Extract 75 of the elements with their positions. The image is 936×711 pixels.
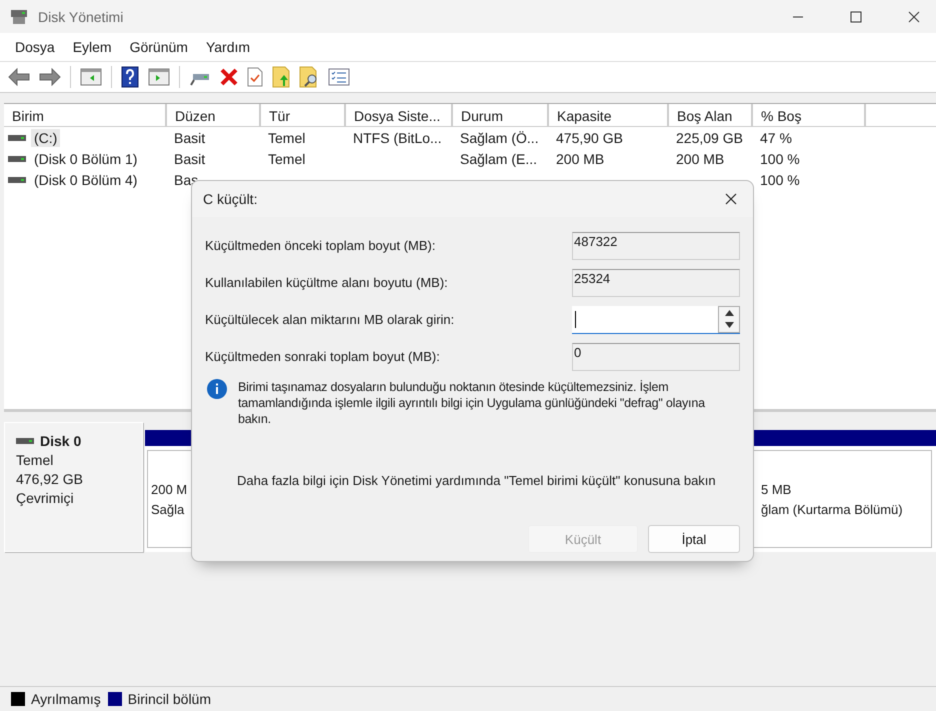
help-text: Daha fazla bilgi için Disk Yönetimi yardımında "Temel birimi küçült" konusuna bakın [237, 473, 717, 488]
partition-size: 5 MB [761, 482, 792, 496]
drive-icon [8, 134, 26, 142]
table-cell: Sağlam (E... [460, 150, 538, 166]
table-cell: Temel [268, 150, 306, 166]
menu-item[interactable]: Yardım [196, 39, 260, 55]
column-header[interactable]: Kapasite [549, 104, 669, 126]
close-icon[interactable] [908, 10, 920, 22]
disk-type: Temel [16, 452, 54, 468]
column-header[interactable]: Düzen [167, 104, 261, 126]
field-label: Küçültmeden önceki toplam boyut (MB): [205, 238, 436, 253]
partition-status: Sağla [151, 502, 186, 516]
table-cell: 200 MB [676, 150, 724, 166]
field-label: Kullanılabilen küçültme alanı boyutu (MB): [205, 275, 448, 290]
panel-icon[interactable] [80, 68, 102, 86]
help-icon[interactable] [121, 66, 139, 88]
folder-up-icon[interactable] [272, 66, 290, 88]
disk-name: Disk 0 [40, 433, 82, 449]
delete-icon[interactable] [220, 68, 238, 86]
down-arrow-icon[interactable] [724, 322, 734, 328]
readonly-field: 25324 [572, 268, 740, 296]
back-arrow-icon[interactable] [8, 68, 30, 86]
field-label: Küçültmeden sonraki toplam boyut (MB): [205, 349, 440, 364]
panel-icon[interactable] [148, 68, 170, 86]
column-header[interactable]: Birim [4, 104, 167, 126]
menu-item[interactable]: Dosya [6, 39, 64, 55]
checked-document-icon[interactable] [247, 67, 263, 87]
field-label: Küçültülecek alan miktarını MB olarak girin: [205, 312, 454, 327]
partition-size: 200 M [151, 482, 188, 496]
info-icon [207, 379, 227, 399]
partition-status: ğlam (Kurtarma Bölümü) [761, 502, 904, 516]
volume-name[interactable]: (Disk 0 Bölüm 4) [31, 170, 140, 188]
table-cell: Basit [174, 130, 206, 146]
table-cell: NTFS (BitLo... [353, 130, 442, 146]
volume-name[interactable]: (C:) [31, 128, 60, 146]
info-text: Birimi taşınamaz dosyaların bulunduğu noktanın ötesinde küçültemezsiniz. İşlem tamamlandığında işlemle ilgili ayrıntılı bilgi için Uygulama günlüğündeki "defrag" olayına bakın. [238, 379, 706, 427]
drive-icon [8, 154, 26, 162]
dialog-button[interactable]: İptal [648, 525, 740, 553]
window-title: Disk Yönetimi [38, 8, 124, 24]
menu-item[interactable]: Eylem [64, 39, 121, 55]
table-cell: Sağlam (Ö... [460, 130, 539, 146]
column-header[interactable]: Dosya Siste... [346, 104, 453, 126]
legend-label: Birincil bölüm [128, 691, 211, 707]
maximize-icon[interactable] [850, 10, 862, 22]
folder-search-icon[interactable] [299, 66, 319, 88]
drive-icon [16, 437, 34, 445]
column-header[interactable]: Durum [453, 104, 549, 126]
table-cell: 47 % [760, 130, 792, 146]
table-cell: 200 MB [556, 150, 604, 166]
dialog-title: C küçült: [203, 191, 258, 207]
forward-arrow-icon[interactable] [39, 68, 61, 86]
disk-drive-icon [10, 8, 28, 24]
menu-item[interactable]: Görünüm [120, 39, 197, 55]
column-header[interactable]: Boş Alan [669, 104, 753, 126]
table-cell: 100 % [760, 172, 800, 188]
close-icon[interactable] [725, 193, 737, 205]
drive-icon [8, 176, 26, 184]
table-cell: 225,09 GB [676, 130, 743, 146]
disk-size: 476,92 GB [16, 471, 84, 487]
checklist-icon[interactable] [328, 68, 350, 86]
readonly-field: 487322 [572, 232, 740, 260]
table-cell: 100 % [760, 150, 800, 166]
legend-label: Ayrılmamış [31, 691, 101, 707]
table-cell: 475,90 GB [556, 130, 623, 146]
up-arrow-icon[interactable] [724, 310, 734, 316]
disk-card[interactable]: Disk 0 Temel 476,92 GB Çevrimiçi [4, 422, 143, 552]
table-cell: Basit [174, 150, 206, 166]
table-cell: Temel [268, 130, 306, 146]
number-spin-field[interactable] [572, 306, 740, 334]
column-header[interactable]: % Boş [753, 104, 866, 126]
disk-status: Çevrimiçi [16, 490, 75, 506]
column-header[interactable]: Tür [261, 104, 346, 126]
partition-block[interactable]: 5 MB ğlam (Kurtarma Bölümü) [751, 450, 932, 548]
readonly-field: 0 [572, 342, 740, 370]
volume-name[interactable]: (Disk 0 Bölüm 1) [31, 150, 140, 168]
